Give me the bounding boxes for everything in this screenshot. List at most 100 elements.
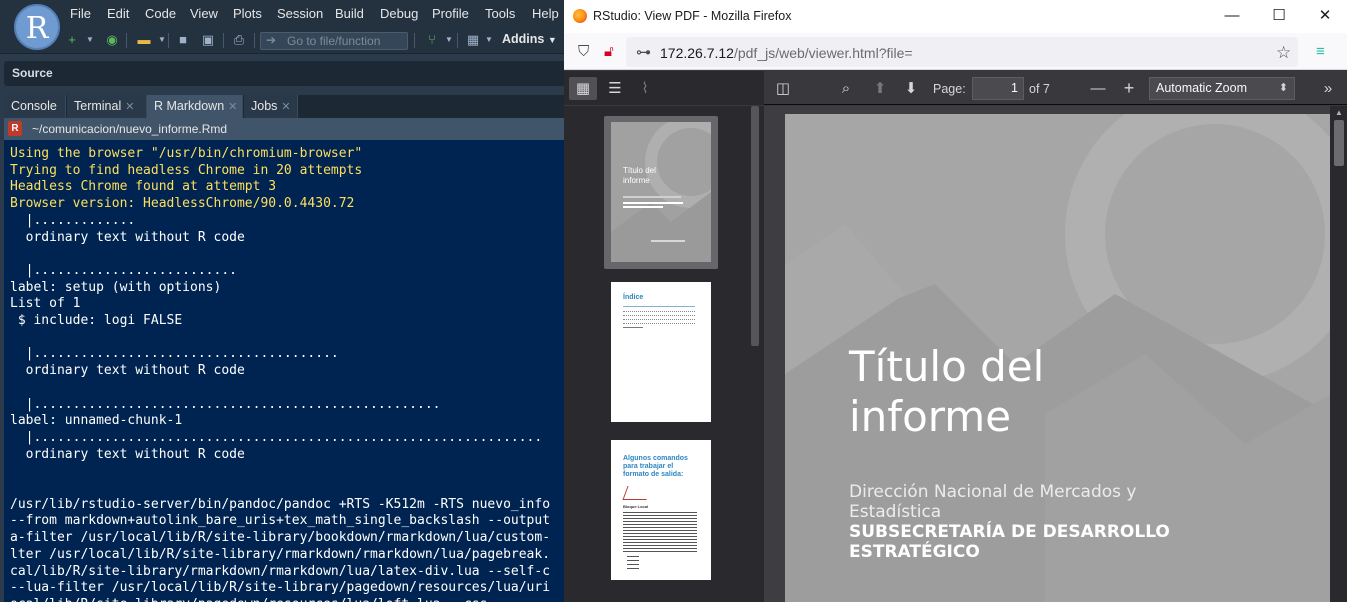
cover-title: Título del informe: [849, 342, 1045, 441]
close-icon[interactable]: ✕: [1312, 4, 1338, 28]
scroll-up-icon[interactable]: ▲: [1335, 108, 1343, 117]
shield-icon[interactable]: ⛉: [578, 43, 589, 60]
minimize-icon[interactable]: —: [1219, 4, 1245, 28]
console-line: label: unnamed-chunk-1: [10, 413, 183, 429]
grid-icon[interactable]: ▦: [465, 32, 481, 48]
app-menu-icon[interactable]: ≡: [1316, 43, 1325, 60]
console-line: ordinary text without R code: [10, 363, 245, 379]
url-text[interactable]: 172.26.7.12/pdf_js/web/viewer.html?file=: [660, 45, 913, 61]
permissions-icon[interactable]: ⊶: [636, 43, 651, 61]
menu-debug[interactable]: Debug: [380, 6, 418, 21]
console-line: a-filter /usr/local/lib/R/site-library/b…: [10, 530, 551, 546]
insecure-lock-icon[interactable]: 🔓︎: [604, 43, 614, 60]
menu-session[interactable]: Session: [277, 6, 323, 21]
close-icon[interactable]: ✕: [228, 101, 237, 113]
find-icon[interactable]: ⌕: [832, 77, 860, 100]
cover-subtitle: Dirección Nacional de Mercados y Estadís…: [849, 482, 1137, 522]
outline-view-icon[interactable]: ☰: [601, 77, 629, 100]
menu-tools[interactable]: Tools: [485, 6, 515, 21]
new-file-icon[interactable]: +: [64, 32, 80, 48]
print-icon[interactable]: ⎙: [231, 32, 247, 48]
firefox-window: RStudio: View PDF - Mozilla Firefox — ☐ …: [564, 0, 1347, 602]
console-line: label: setup (with options): [10, 279, 222, 295]
thumbnail-page-2[interactable]: Índice: [604, 276, 718, 426]
console-line: List of 1: [10, 296, 81, 312]
source-pane-header[interactable]: Source: [4, 61, 564, 86]
maximize-icon[interactable]: ☐: [1266, 4, 1292, 28]
console-line: ordinary text without R code: [10, 446, 245, 462]
thumb-page-2-title: Índice: [623, 294, 644, 301]
bookmark-star-icon[interactable]: ☆: [1276, 43, 1291, 63]
viewer-scrollbar[interactable]: [1330, 106, 1347, 602]
page-number-input[interactable]: 1: [972, 77, 1024, 100]
save-all-icon[interactable]: ▣: [200, 32, 216, 48]
next-page-icon[interactable]: ⬇: [897, 77, 925, 100]
goto-file-function-input[interactable]: Go to file/function: [260, 32, 408, 50]
page-label: Page:: [933, 82, 966, 96]
close-icon[interactable]: ✕: [125, 101, 134, 113]
tab-terminal[interactable]: Terminal ✕: [67, 95, 147, 118]
menu-file[interactable]: File: [70, 6, 91, 21]
toggle-sidebar-icon[interactable]: ◫: [769, 77, 797, 100]
thumb-page-1-title: Título del informe: [623, 166, 656, 185]
thumbnail-page-1[interactable]: Título del informe: [604, 116, 718, 269]
pdf-page-1: Título del informe Dirección Nacional de…: [785, 114, 1331, 602]
chevron-down-icon[interactable]: ▼: [481, 32, 497, 48]
thumbnail-page-3[interactable]: Algunos comandos para trabajar el format…: [604, 434, 718, 584]
page-count: of 7: [1029, 82, 1050, 96]
console-line: Headless Chrome found at attempt 3: [10, 179, 277, 195]
pdf-viewer[interactable]: Título del informe Dirección Nacional de…: [764, 106, 1347, 602]
console-line: Trying to find headless Chrome in 20 att…: [10, 162, 363, 178]
rstudio-toolbar: + ▼ ◉ ▬ ▼ ■ ▣ ⎙ Go to file/function ➔ ⑂ …: [0, 27, 564, 54]
new-project-icon[interactable]: ◉: [104, 32, 120, 48]
menu-view[interactable]: View: [190, 6, 218, 21]
rmarkdown-icon: R: [8, 121, 22, 136]
console-line: |.......................................…: [10, 429, 543, 445]
console-tabs: Console Terminal ✕ R Markdown ✕ Jobs ✕: [4, 95, 564, 118]
chevron-down-icon[interactable]: ▼: [82, 32, 98, 48]
zoom-in-icon[interactable]: +: [1115, 77, 1143, 100]
git-icon[interactable]: ⑂: [424, 32, 440, 48]
addins-menu[interactable]: Addins ▼: [502, 32, 557, 46]
sidebar-scrollbar-thumb[interactable]: [751, 106, 759, 346]
zoom-out-icon[interactable]: —: [1084, 77, 1112, 100]
menu-help[interactable]: Help: [532, 6, 559, 21]
menu-profile[interactable]: Profile: [432, 6, 469, 21]
menu-plots[interactable]: Plots: [233, 6, 262, 21]
thumbnail-page-4[interactable]: [604, 596, 718, 602]
menu-build[interactable]: Build: [335, 6, 364, 21]
rstudio-menubar: File Edit Code View Plots Session Build …: [0, 0, 564, 27]
firefox-logo-icon: [573, 9, 587, 23]
thumbnails-view-icon[interactable]: ▦: [569, 77, 597, 100]
console-line: cal/lib/R/site-library/rmarkdown/rmarkdo…: [10, 563, 551, 579]
render-output-console[interactable]: Using the browser "/usr/bin/chromium-bro…: [4, 140, 564, 602]
console-line: --from markdown+autolink_bare_uris+tex_m…: [10, 513, 551, 529]
close-icon[interactable]: ✕: [281, 101, 290, 113]
viewer-scrollbar-thumb[interactable]: [1334, 120, 1344, 166]
console-line: Using the browser "/usr/bin/chromium-bro…: [10, 146, 363, 161]
zoom-select[interactable]: Automatic Zoom ⬍: [1149, 77, 1295, 100]
menu-code[interactable]: Code: [145, 6, 176, 21]
tab-r-markdown[interactable]: R Markdown ✕: [147, 95, 243, 118]
attachments-icon[interactable]: ⌇: [631, 77, 659, 100]
console-line: /usr/lib/rstudio-server/bin/pandoc/pando…: [10, 496, 551, 512]
save-icon[interactable]: ■: [175, 32, 191, 48]
open-folder-icon[interactable]: ▬: [136, 32, 152, 48]
console-line: ocal/lib/R/site-library/pagedown/resourc…: [10, 597, 564, 602]
menu-edit[interactable]: Edit: [107, 6, 129, 21]
tab-jobs[interactable]: Jobs ✕: [244, 95, 298, 118]
tab-console[interactable]: Console: [4, 95, 66, 118]
window-title: RStudio: View PDF - Mozilla Firefox: [593, 9, 792, 23]
chevron-updown-icon: ⬍: [1278, 82, 1288, 94]
previous-page-icon[interactable]: ⬆: [866, 77, 894, 100]
firefox-titlebar: RStudio: View PDF - Mozilla Firefox — ☐ …: [564, 0, 1347, 33]
console-line: |.......................................: [10, 346, 339, 362]
tools-menu-icon[interactable]: »: [1314, 77, 1342, 100]
chevron-down-icon[interactable]: ▼: [441, 32, 457, 48]
thumbnail-sidebar: Título del informe Índice Algunos comand…: [564, 106, 764, 602]
